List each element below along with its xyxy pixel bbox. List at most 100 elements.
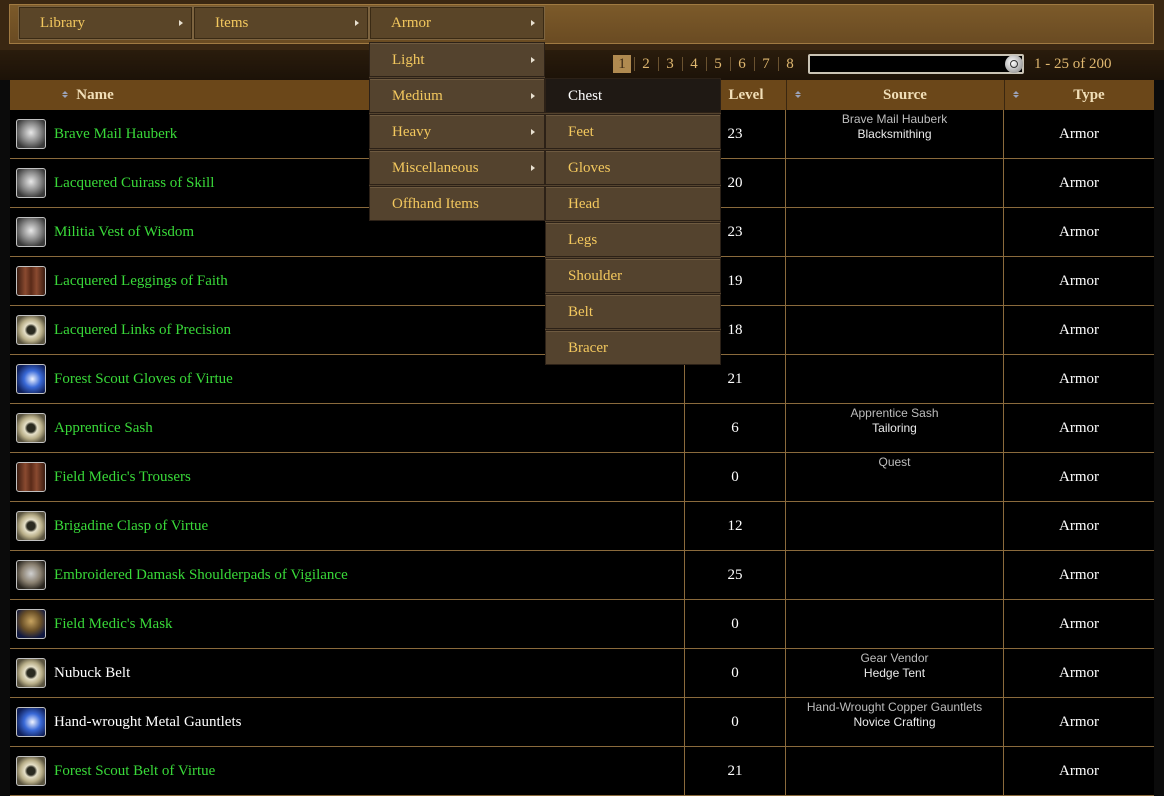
leggings-icon[interactable]	[16, 462, 46, 492]
page-separator	[658, 57, 659, 71]
medium-menu-item[interactable]: Bracer	[545, 330, 721, 365]
medium-menu-item[interactable]: Head	[545, 186, 721, 221]
page-link[interactable]: 8	[781, 55, 799, 73]
table-row: Field Medic's Mask 0 Armor	[10, 600, 1154, 649]
item-name-link[interactable]: Field Medic's Trousers	[54, 453, 191, 501]
submenu-arrow-icon	[531, 56, 535, 63]
page-link[interactable]: 6	[733, 55, 751, 73]
search-icon[interactable]	[1005, 55, 1023, 73]
menu-item-label: Gloves	[568, 160, 611, 176]
submenu-arrow-icon	[355, 20, 359, 26]
column-header-name[interactable]: Name	[60, 80, 130, 110]
item-name-link[interactable]: Embroidered Damask Shoulderpads of Vigil…	[54, 551, 348, 599]
page-link[interactable]: 5	[709, 55, 727, 73]
belt-icon[interactable]	[16, 413, 46, 443]
page-separator	[778, 57, 779, 71]
page-separator	[730, 57, 731, 71]
armor-menu-item[interactable]: Heavy	[369, 114, 545, 149]
submenu-arrow-icon	[531, 128, 535, 135]
menu-item-label: Heavy	[392, 124, 432, 140]
armor-menu-item[interactable]: Medium	[369, 78, 545, 113]
level-cell: 12	[685, 502, 786, 550]
page-link[interactable]: 1	[613, 55, 631, 73]
belt-icon[interactable]	[16, 511, 46, 541]
gloves-icon[interactable]	[16, 364, 46, 394]
chest-armor-icon[interactable]	[16, 217, 46, 247]
name-cell: Apprentice Sash	[10, 404, 685, 452]
nav-items-button[interactable]: Items	[193, 6, 369, 40]
item-name-link[interactable]: Lacquered Cuirass of Skill	[54, 159, 214, 207]
menu-item-label: Medium	[392, 88, 443, 104]
header-divider	[786, 80, 787, 110]
submenu-arrow-icon	[531, 164, 535, 171]
shoulder-icon[interactable]	[16, 560, 46, 590]
armor-menu-item[interactable]: Light	[369, 42, 545, 77]
page-link[interactable]: 3	[661, 55, 679, 73]
item-name-link[interactable]: Brigadine Clasp of Virtue	[54, 502, 208, 550]
page-link[interactable]: 4	[685, 55, 703, 73]
gloves-icon[interactable]	[16, 707, 46, 737]
belt-icon[interactable]	[16, 756, 46, 786]
item-name-link[interactable]: Lacquered Leggings of Faith	[54, 257, 228, 305]
source-name: Brave Mail Hauberk	[841, 112, 948, 126]
armor-menu-item[interactable]: Offhand Items	[369, 186, 545, 221]
source-name: Apprentice Sash	[850, 406, 939, 420]
medium-menu-item[interactable]: Feet	[545, 114, 721, 149]
source-cell	[786, 208, 1004, 256]
item-name-link[interactable]: Forest Scout Belt of Virtue	[54, 747, 215, 795]
nav-armor-button[interactable]: Armor	[369, 6, 545, 40]
medium-menu-item[interactable]: Shoulder	[545, 258, 721, 293]
armor-menu-item[interactable]: Miscellaneous	[369, 150, 545, 185]
submenu-arrow-icon	[531, 92, 535, 99]
menu-item-label: Offhand Items	[392, 196, 479, 212]
medium-menu-item[interactable]: Chest	[545, 78, 721, 113]
column-header-type[interactable]: Type	[1014, 80, 1164, 110]
page-separator	[706, 57, 707, 71]
submenu-arrow-icon	[531, 20, 535, 26]
name-cell: Embroidered Damask Shoulderpads of Vigil…	[10, 551, 685, 599]
name-cell: Brigadine Clasp of Virtue	[10, 502, 685, 550]
page-link[interactable]: 7	[757, 55, 775, 73]
source-cell	[786, 257, 1004, 305]
item-name-link[interactable]: Lacquered Links of Precision	[54, 306, 231, 354]
table-row: Nubuck Belt 0 Gear Vendor Hedge Tent Armor	[10, 649, 1154, 698]
belt-icon[interactable]	[16, 658, 46, 688]
item-name-link[interactable]: Hand-wrought Metal Gauntlets	[54, 698, 241, 746]
medium-menu-item[interactable]: Gloves	[545, 150, 721, 185]
source-name: Hand-Wrought Copper Gauntlets	[806, 700, 983, 714]
mask-icon[interactable]	[16, 609, 46, 639]
item-name-link[interactable]: Brave Mail Hauberk	[54, 110, 177, 158]
table-row: Brigadine Clasp of Virtue 12 Armor	[10, 502, 1154, 551]
source-cell	[786, 159, 1004, 207]
leggings-icon[interactable]	[16, 266, 46, 296]
source-cell: Brave Mail Hauberk Blacksmithing	[786, 110, 1004, 158]
type-cell: Armor	[1059, 616, 1099, 632]
name-cell: Hand-wrought Metal Gauntlets	[10, 698, 685, 746]
result-range: 1 - 25 of 200	[1034, 56, 1112, 72]
source-cell	[786, 306, 1004, 354]
medium-menu-item[interactable]: Legs	[545, 222, 721, 257]
type-cell: Armor	[1059, 763, 1099, 779]
level-cell: 0	[685, 600, 786, 648]
page-link[interactable]: 2	[637, 55, 655, 73]
medium-menu-item[interactable]: Belt	[545, 294, 721, 329]
chest-armor-icon[interactable]	[16, 168, 46, 198]
belt-icon[interactable]	[16, 315, 46, 345]
menu-item-label: Shoulder	[568, 268, 623, 284]
type-cell: Armor	[1059, 567, 1099, 583]
name-cell: Field Medic's Trousers	[10, 453, 685, 501]
search-input[interactable]	[808, 54, 1024, 74]
column-header-source[interactable]: Source	[806, 80, 1004, 110]
item-name-link[interactable]: Apprentice Sash	[54, 404, 153, 452]
chest-armor-icon[interactable]	[16, 119, 46, 149]
item-name-link[interactable]: Forest Scout Gloves of Virtue	[54, 355, 233, 403]
header-divider	[1004, 80, 1005, 110]
level-cell: 0	[685, 698, 786, 746]
source-cell: Quest	[786, 453, 1004, 501]
item-name-link[interactable]: Field Medic's Mask	[54, 600, 173, 648]
menu-item-label: Light	[392, 52, 425, 68]
level-cell: 6	[685, 404, 786, 452]
item-name-link[interactable]: Militia Vest of Wisdom	[54, 208, 194, 256]
nav-library-button[interactable]: Library	[18, 6, 193, 40]
item-name-link[interactable]: Nubuck Belt	[54, 649, 130, 697]
